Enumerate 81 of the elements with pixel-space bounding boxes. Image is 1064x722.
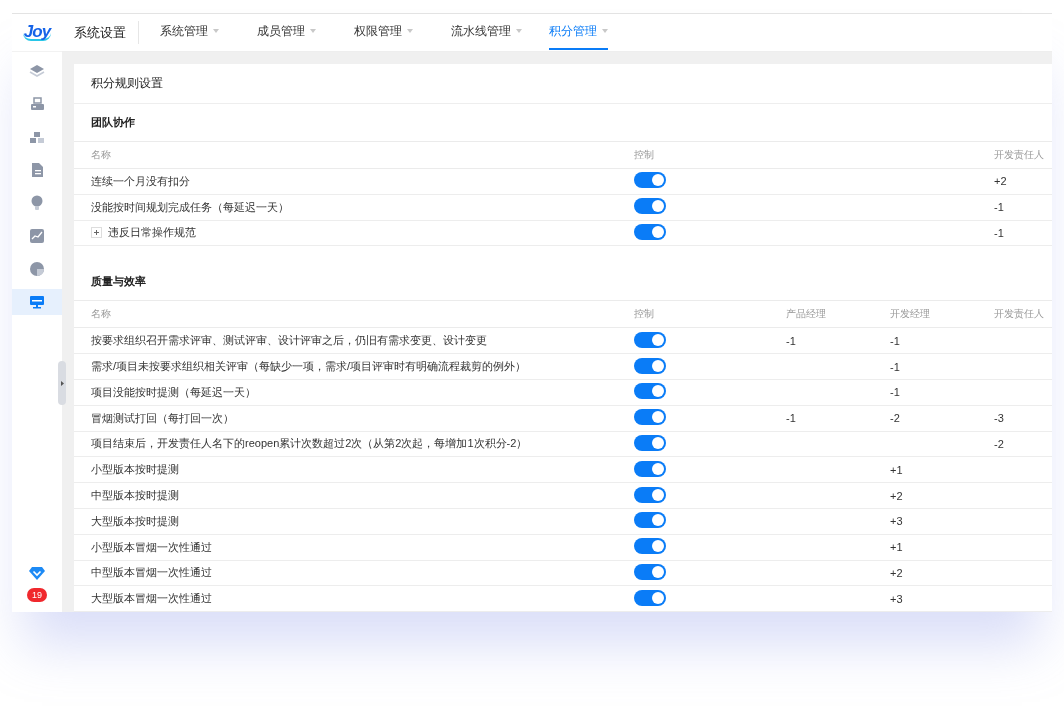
toggle-switch[interactable] <box>634 589 666 606</box>
caret-icon <box>213 29 219 33</box>
score-value: +2 <box>890 566 904 579</box>
expand-icon[interactable] <box>91 227 102 239</box>
nav-tab[interactable]: 权限管理 <box>343 14 424 50</box>
score-value: +1 <box>890 463 904 476</box>
rule-name: 项目没能按时提测（每延迟一天） <box>91 384 256 400</box>
collapse-handle[interactable] <box>58 361 66 405</box>
rule-name: 项目结束后，开发责任人名下的reopen累计次数超过2次（从第2次起，每增加1次积分-2） <box>91 436 528 452</box>
caret-icon <box>602 29 608 33</box>
caret-icon <box>310 29 316 33</box>
card-title: 积分规则设置 <box>74 64 1052 104</box>
toggle-switch[interactable] <box>634 512 666 529</box>
column-header: 控制 <box>634 148 655 162</box>
nav-tab[interactable]: 系统管理 <box>149 14 230 50</box>
document-icon <box>29 162 45 178</box>
nav-tab[interactable]: 成员管理 <box>246 14 327 50</box>
notification-badge[interactable]: 19 <box>27 588 47 602</box>
score-value: -3 <box>994 412 1005 425</box>
rule-name: 连续一个月没有扣分 <box>91 173 190 189</box>
rule-name: 没能按时间规划完成任务（每延迟一天） <box>91 199 289 215</box>
toggle-switch[interactable] <box>634 563 666 580</box>
toggle-switch[interactable] <box>634 383 666 400</box>
rule-name: 大型版本冒烟一次性通过 <box>91 591 212 607</box>
toggle-switch[interactable] <box>634 357 666 374</box>
section-title: 质量与效率 <box>90 274 147 290</box>
toggle-switch[interactable] <box>634 409 666 426</box>
rule-name: 中型版本按时提测 <box>91 488 179 504</box>
score-value: +3 <box>890 592 904 605</box>
toggle-switch[interactable] <box>634 486 666 503</box>
column-header: 开发责任人 <box>994 148 1045 162</box>
toggle-switch[interactable] <box>634 224 666 240</box>
blocks-icon <box>29 129 45 145</box>
score-value: -1 <box>786 334 797 347</box>
section-title: 团队协作 <box>90 115 136 130</box>
score-value: +2 <box>994 175 1008 188</box>
lightbulb-icon <box>29 195 45 211</box>
rule-name: 冒烟测试打回（每打回一次） <box>91 410 234 426</box>
sidebar-item[interactable] <box>12 289 62 315</box>
nav-tab[interactable]: 流水线管理 <box>440 14 533 50</box>
score-value: +1 <box>890 541 904 554</box>
chart-icon <box>29 228 45 244</box>
column-header: 开发责任人 <box>994 307 1045 321</box>
rule-name: 需求/项目未按要求组织相关评审（每缺少一项，需求/项目评审时有明确流程裁剪的例外） <box>91 359 527 375</box>
caret-icon <box>516 29 522 33</box>
logo[interactable]: Joy <box>22 24 52 41</box>
pie-chart-icon <box>29 261 45 277</box>
toggle-switch[interactable] <box>634 331 666 348</box>
column-header: 名称 <box>91 148 112 162</box>
nav-tab[interactable]: 积分管理 <box>549 14 608 50</box>
score-value: -1 <box>786 412 797 425</box>
diamond-icon[interactable] <box>29 567 45 580</box>
score-value: +3 <box>890 515 904 528</box>
rule-name: 按要求组织召开需求评审、测试评审、设计评审之后，仍旧有需求变更、设计变更 <box>91 333 487 349</box>
column-header: 名称 <box>91 307 112 321</box>
caret-icon <box>407 29 413 33</box>
score-value: -2 <box>890 412 901 425</box>
score-value: -1 <box>890 386 901 399</box>
column-header: 开发经理 <box>890 307 931 321</box>
column-header: 产品经理 <box>786 307 827 321</box>
rule-name: 大型版本按时提测 <box>91 513 179 529</box>
toggle-switch[interactable] <box>634 198 666 215</box>
page-title: 系统设置 <box>62 21 139 44</box>
monitor-icon <box>29 294 45 310</box>
rule-name: 违反日常操作规范 <box>108 225 196 241</box>
toggle-switch[interactable] <box>634 434 666 451</box>
score-value: -1 <box>890 334 901 347</box>
printer-icon <box>29 96 45 112</box>
toggle-switch[interactable] <box>634 460 666 477</box>
rule-name: 小型版本按时提测 <box>91 462 179 478</box>
score-value: -1 <box>994 201 1005 214</box>
column-header: 控制 <box>634 307 655 321</box>
layers-icon <box>29 63 45 79</box>
rule-name: 小型版本冒烟一次性通过 <box>91 539 212 555</box>
toggle-switch[interactable] <box>634 538 666 555</box>
toggle-switch[interactable] <box>634 172 666 189</box>
score-value: -1 <box>994 227 1005 239</box>
score-value: -2 <box>994 437 1005 450</box>
score-value: +2 <box>890 489 904 502</box>
score-value: -1 <box>890 360 901 373</box>
rule-name: 中型版本冒烟一次性通过 <box>91 565 212 581</box>
